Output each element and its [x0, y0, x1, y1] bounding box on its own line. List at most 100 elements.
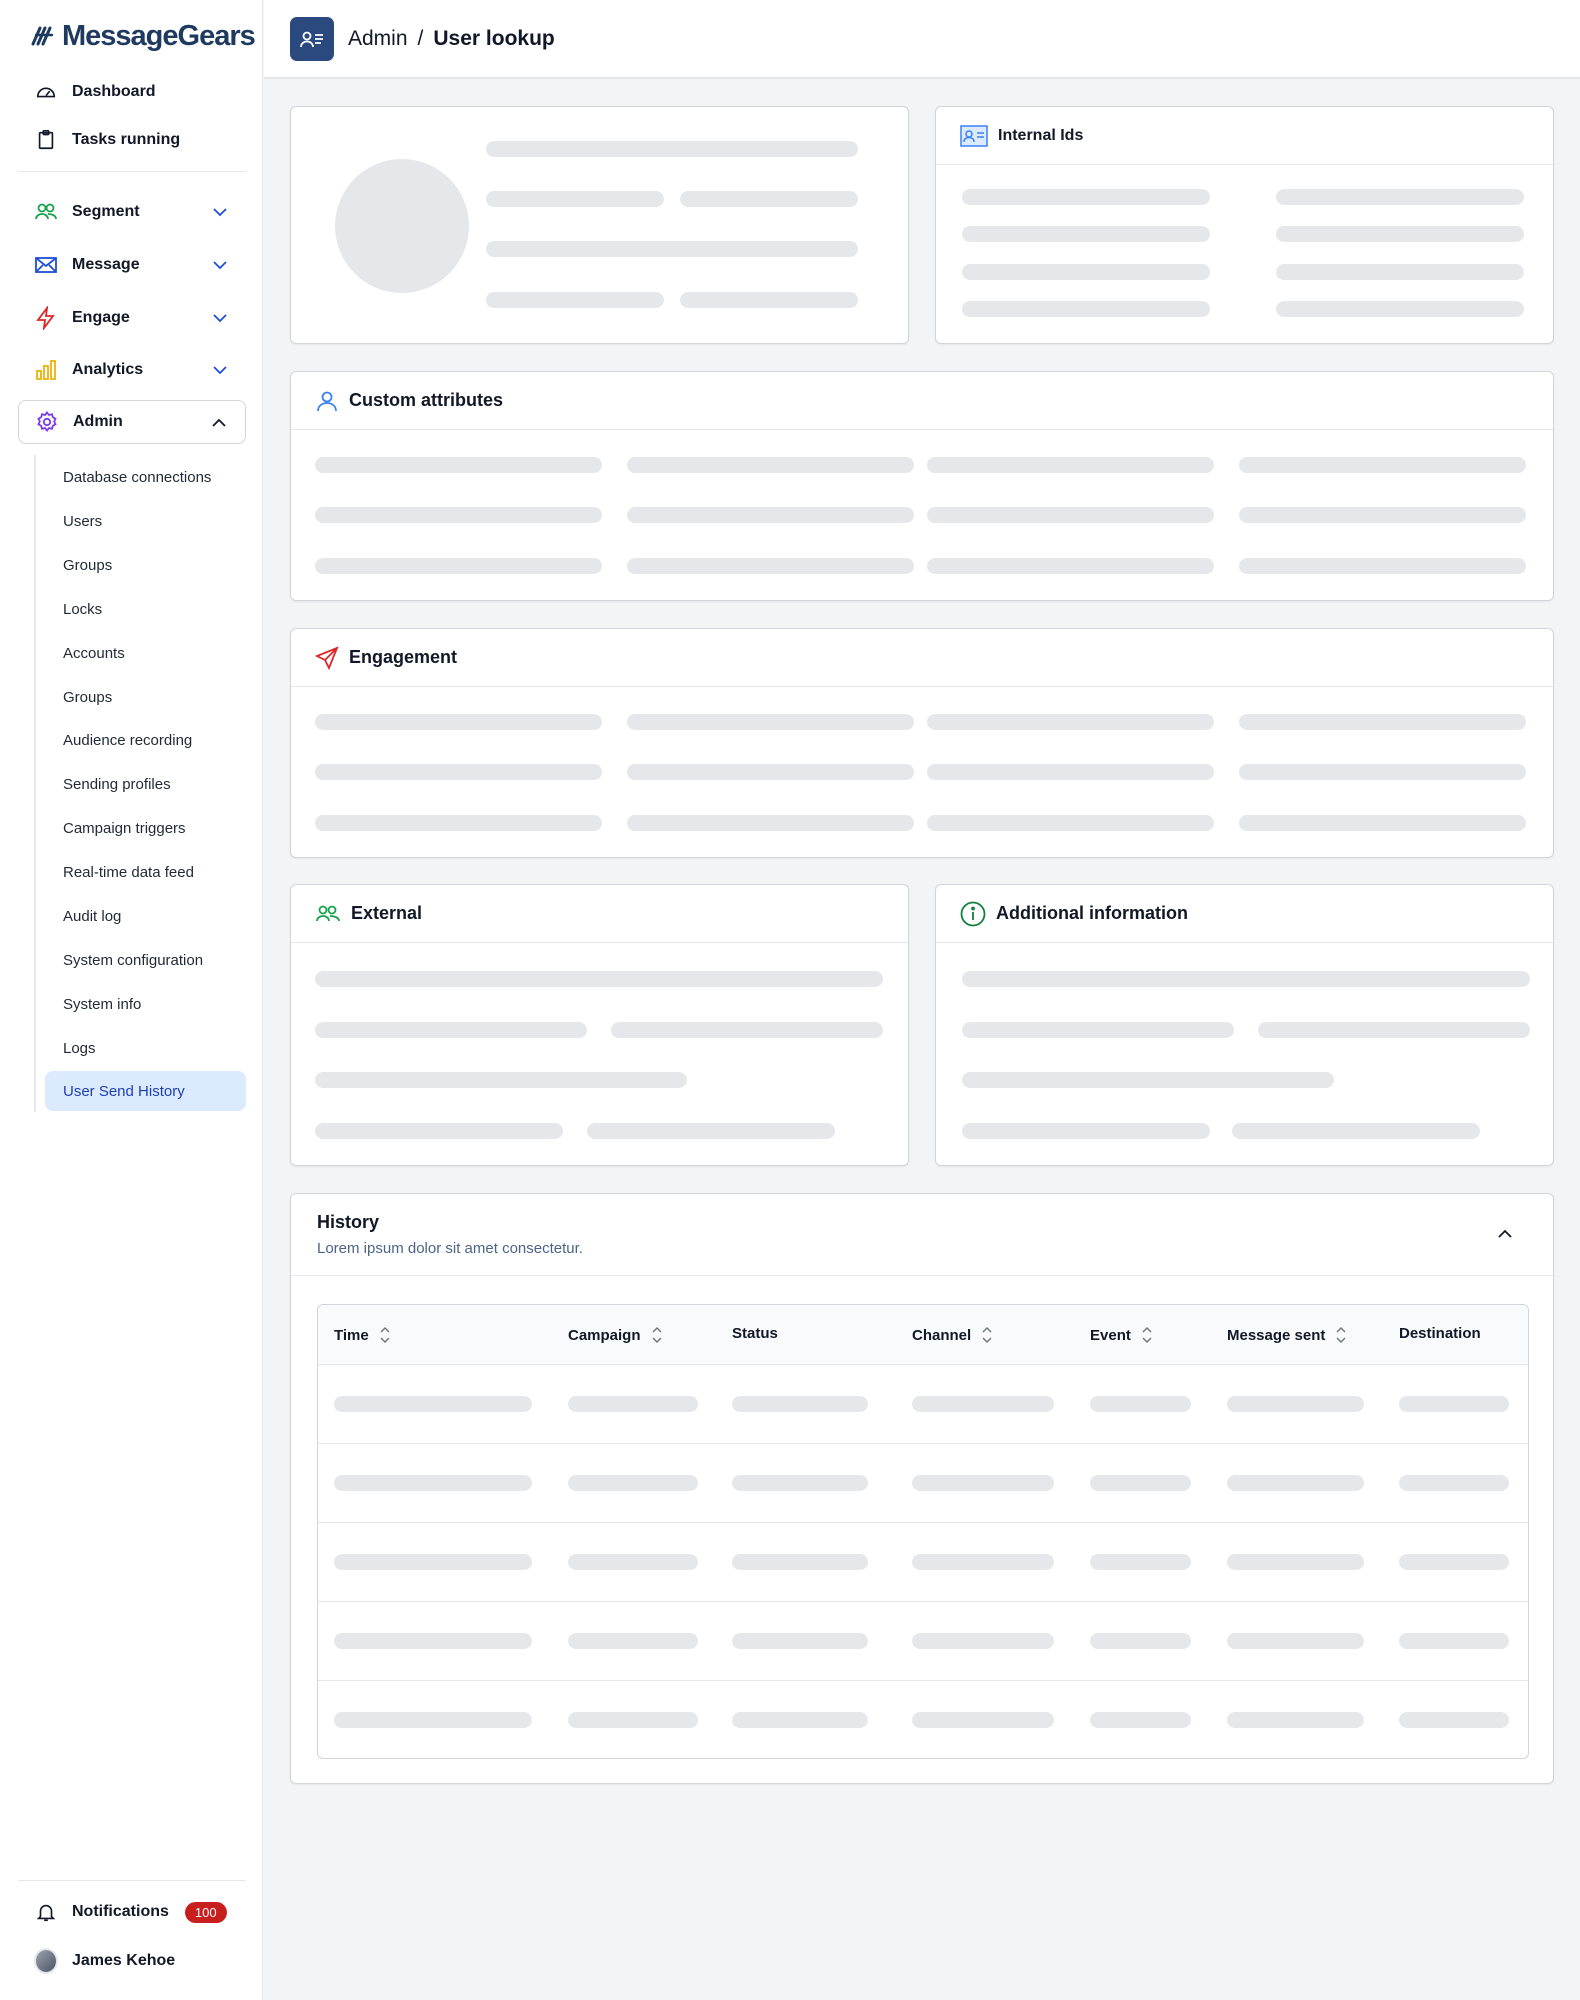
admin-logs[interactable]: Logs [45, 1028, 246, 1068]
skeleton-cell [568, 1633, 698, 1649]
skeleton-cell [1399, 1712, 1509, 1728]
bar-chart-icon [34, 358, 58, 382]
table-header: Time Campaign Status Channel Event Messa… [318, 1305, 1528, 1365]
column-header-channel[interactable]: Channel [912, 1325, 993, 1345]
nav-label: Admin [73, 413, 123, 430]
chevron-up-icon[interactable] [1495, 1224, 1515, 1244]
nav-label: Notifications [72, 1903, 169, 1920]
admin-accounts[interactable]: Accounts [45, 633, 246, 673]
skeleton-line [486, 141, 858, 157]
table-row[interactable] [318, 1444, 1528, 1523]
column-header-time[interactable]: Time [334, 1325, 391, 1345]
column-header-status[interactable]: Status [732, 1325, 778, 1342]
chevron-down-icon [213, 314, 227, 323]
skeleton-line [627, 457, 914, 473]
skeleton-line [927, 558, 1214, 574]
sort-icon [1142, 1327, 1152, 1343]
avatar-skeleton [335, 159, 469, 293]
skeleton-line [627, 764, 914, 780]
admin-real-time-data-feed[interactable]: Real-time data feed [45, 852, 246, 892]
skeleton-line [680, 191, 858, 207]
nav-segment[interactable]: Segment [18, 190, 246, 234]
skeleton-cell [334, 1396, 532, 1412]
user-card-icon [290, 16, 334, 61]
card-title: Internal Ids [998, 126, 1084, 144]
breadcrumb-admin[interactable]: Admin [348, 27, 408, 51]
admin-locks[interactable]: Locks [45, 589, 246, 629]
nav-dashboard[interactable]: Dashboard [18, 70, 246, 114]
admin-database-connections[interactable]: Database connections [45, 457, 246, 497]
skeleton-cell [568, 1554, 698, 1570]
card-header: Additional information [936, 885, 1553, 943]
skeleton-cell [1227, 1633, 1364, 1649]
envelope-icon [34, 253, 58, 277]
dashboard-icon [34, 80, 58, 104]
clipboard-icon [34, 128, 58, 152]
chevron-down-icon [213, 261, 227, 270]
skeleton-line [587, 1123, 835, 1139]
skeleton-cell [334, 1554, 532, 1570]
skeleton-line [611, 1022, 883, 1038]
skeleton-line [315, 457, 602, 473]
column-header-campaign[interactable]: Campaign [568, 1325, 663, 1345]
skeleton-line [962, 1072, 1334, 1088]
admin-system-info[interactable]: System info [45, 984, 246, 1024]
avatar [34, 1948, 58, 1974]
admin-campaign-triggers[interactable]: Campaign triggers [45, 808, 246, 848]
sort-icon [1336, 1327, 1346, 1343]
skeleton-line [927, 457, 1214, 473]
nav-label: Tasks running [72, 131, 181, 148]
skeleton-cell [1227, 1712, 1364, 1728]
card-title: External [351, 903, 423, 923]
table-row[interactable] [318, 1523, 1528, 1602]
admin-audit-log[interactable]: Audit log [45, 896, 246, 936]
nav-message[interactable]: Message [18, 243, 246, 287]
column-header-message-sent[interactable]: Message sent [1227, 1325, 1347, 1345]
admin-sending-profiles[interactable]: Sending profiles [45, 764, 246, 804]
admin-groups[interactable]: Groups [45, 545, 246, 585]
nav-engage[interactable]: Engage [18, 296, 246, 340]
nav-label: Analytics [72, 361, 144, 378]
admin-groups-2[interactable]: Groups [45, 677, 246, 717]
nav-tasks-running[interactable]: Tasks running [18, 118, 246, 162]
skeleton-line [962, 971, 1530, 987]
column-label: Channel [912, 1326, 972, 1344]
column-header-event[interactable]: Event [1090, 1325, 1153, 1345]
history-card: History Lorem ipsum dolor sit amet conse… [290, 1193, 1554, 1784]
admin-user-send-history[interactable]: User Send History [45, 1071, 246, 1111]
column-label: Destination [1399, 1325, 1481, 1342]
admin-system-configuration[interactable]: System configuration [45, 940, 246, 980]
sidebar-divider [18, 1880, 246, 1881]
brand-name: MessageGears [62, 19, 256, 52]
skeleton-line [1276, 189, 1524, 205]
skeleton-line [1239, 714, 1526, 730]
skeleton-cell [1090, 1475, 1191, 1491]
table-row[interactable] [318, 1681, 1528, 1758]
table-row[interactable] [318, 1602, 1528, 1681]
skeleton-line [962, 1022, 1234, 1038]
nav-admin[interactable]: Admin [18, 400, 246, 444]
skeleton-line [1258, 1022, 1530, 1038]
skeleton-line [927, 764, 1214, 780]
skeleton-line [315, 507, 602, 523]
table-row[interactable] [318, 1365, 1528, 1444]
skeleton-line [927, 507, 1214, 523]
card-subtitle: Lorem ipsum dolor sit amet consectetur. [317, 1240, 583, 1257]
skeleton-cell [1399, 1633, 1509, 1649]
nav-user-profile[interactable]: James Kehoe [18, 1939, 246, 1983]
nav-analytics[interactable]: Analytics [18, 348, 246, 392]
page-header: Admin / User lookup [264, 0, 1580, 79]
column-label: Campaign [568, 1326, 641, 1344]
skeleton-line [1276, 264, 1524, 280]
notifications-count-badge: 100 [184, 1901, 227, 1923]
skeleton-line [962, 189, 1210, 205]
admin-users[interactable]: Users [45, 501, 246, 541]
skeleton-cell [568, 1712, 698, 1728]
nav-notifications[interactable]: Notifications 100 [18, 1890, 246, 1934]
skeleton-line [1232, 1123, 1480, 1139]
external-card: External [290, 884, 909, 1166]
brand-logo[interactable]: MessageGears [30, 14, 256, 58]
column-label: Message sent [1227, 1326, 1326, 1344]
admin-audience-recording[interactable]: Audience recording [45, 720, 246, 760]
column-header-destination[interactable]: Destination [1399, 1325, 1481, 1342]
